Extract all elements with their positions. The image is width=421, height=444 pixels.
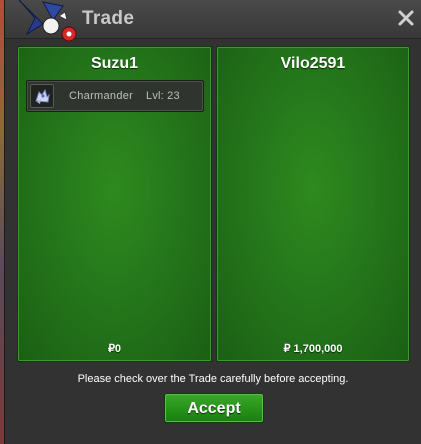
player-name-partner: Vilo2591 — [280, 55, 346, 72]
trade-panel-self: Suzu1 Charmander Lvl: 23 ₽0 — [17, 46, 212, 362]
money-offer-partner: ₽ 1,700,000 — [283, 343, 343, 355]
trade-panel-partner: Vilo2591 ₽ 1,700,000 — [216, 46, 410, 362]
trade-notice: Please check over the Trade carefully be… — [77, 373, 349, 385]
window-title: Trade — [82, 8, 135, 29]
pokeball-logo-icon — [13, 0, 83, 42]
item-level: Lvl: 23 — [146, 90, 180, 102]
accept-button[interactable]: Accept — [164, 393, 264, 423]
player-name-self: Suzu1 — [90, 55, 139, 72]
money-offer-self: ₽0 — [107, 343, 122, 355]
charmander-sprite-icon — [30, 84, 54, 108]
item-name: Charmander — [69, 90, 134, 102]
close-icon[interactable] — [397, 9, 415, 27]
trade-item[interactable]: Charmander Lvl: 23 — [26, 80, 204, 112]
trade-window: Trade Suzu1 Charmander Lvl: 23 ₽0 Vilo25… — [4, 0, 421, 444]
